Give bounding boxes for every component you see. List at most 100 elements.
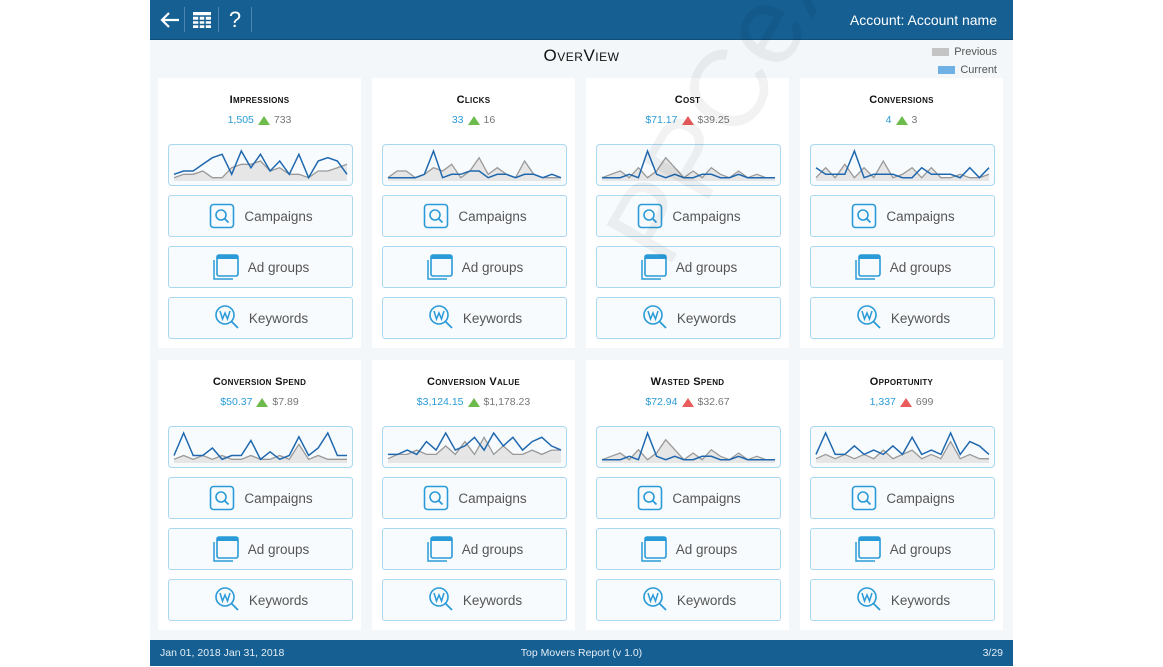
- stacked-windows-icon: [212, 253, 240, 281]
- keywords-button[interactable]: Keywords: [382, 297, 567, 339]
- metric-card-conversion-spend: Conversion Spend $50.37 $7.89 Campaigns …: [158, 360, 361, 630]
- magnifier-square-icon: [636, 202, 664, 230]
- legend-label-previous: Previous: [954, 46, 997, 58]
- keyword-search-icon: [641, 304, 669, 332]
- keywords-button[interactable]: Keywords: [168, 579, 353, 621]
- campaigns-button[interactable]: Campaigns: [596, 195, 781, 237]
- magnifier-square-icon: [208, 202, 236, 230]
- magnifier-square-icon: [636, 484, 664, 512]
- metric-card-wasted-spend: Wasted Spend $72.94 $32.67 Campaigns Ad …: [586, 360, 789, 630]
- keyword-search-icon: [855, 304, 883, 332]
- keyword-search-icon: [427, 304, 455, 332]
- sparkline-current-line: [815, 431, 990, 456]
- ad-groups-button[interactable]: Ad groups: [382, 246, 567, 288]
- ad-groups-button[interactable]: Ad groups: [168, 246, 353, 288]
- campaigns-label: Campaigns: [886, 490, 955, 506]
- trend-up-icon: [467, 115, 480, 125]
- ad-groups-label: Ad groups: [675, 259, 738, 275]
- sparkline-chart[interactable]: [596, 426, 781, 468]
- metric-title: Cost: [674, 94, 701, 106]
- sparkline-chart[interactable]: [168, 144, 353, 186]
- campaigns-label: Campaigns: [458, 490, 527, 506]
- footer-bar: Jan 01, 2018 Jan 31, 2018 Top Movers Rep…: [150, 640, 1013, 666]
- ad-groups-label: Ad groups: [461, 259, 524, 275]
- stacked-windows-icon: [426, 535, 454, 563]
- campaigns-label: Campaigns: [244, 208, 313, 224]
- magnifier-square-icon: [208, 484, 236, 512]
- ad-groups-label: Ad groups: [889, 259, 952, 275]
- legend-swatch-previous: [932, 48, 950, 56]
- keywords-button[interactable]: Keywords: [810, 579, 995, 621]
- back-button[interactable]: [154, 0, 186, 39]
- sparkline-svg: [601, 430, 775, 463]
- metric-values: $72.94 $32.67: [586, 396, 789, 408]
- keywords-label: Keywords: [248, 310, 309, 326]
- stacked-windows-icon: [212, 535, 240, 563]
- keywords-label: Keywords: [676, 310, 737, 326]
- keywords-button[interactable]: Keywords: [810, 297, 995, 339]
- ad-groups-button[interactable]: Ad groups: [168, 528, 353, 570]
- ad-groups-button[interactable]: Ad groups: [810, 246, 995, 288]
- help-button[interactable]: ?: [219, 0, 251, 39]
- ad-groups-label: Ad groups: [461, 541, 524, 557]
- campaigns-button[interactable]: Campaigns: [382, 195, 567, 237]
- metric-card-opportunity: Opportunity 1,337 699 Campaigns Ad group…: [800, 360, 1003, 630]
- legend-item-previous: Previous: [932, 43, 997, 61]
- trend-up-icon: [256, 397, 269, 407]
- sparkline-chart[interactable]: [810, 144, 995, 186]
- sparkline-chart[interactable]: [382, 426, 567, 468]
- keywords-button[interactable]: Keywords: [382, 579, 567, 621]
- metric-card-clicks: Clicks 33 16 Campaigns Ad groups Keyword…: [372, 78, 575, 348]
- sparkline-chart[interactable]: [168, 426, 353, 468]
- ad-groups-button[interactable]: Ad groups: [596, 246, 781, 288]
- sparkline-chart[interactable]: [596, 144, 781, 186]
- keywords-button[interactable]: Keywords: [596, 297, 781, 339]
- footer-report-name: Top Movers Report (v 1.0): [520, 647, 643, 659]
- metric-current-value: $50.37: [220, 396, 253, 408]
- ad-groups-label: Ad groups: [247, 541, 310, 557]
- keywords-button[interactable]: Keywords: [596, 579, 781, 621]
- metric-title: Clicks: [456, 94, 491, 106]
- campaigns-button[interactable]: Campaigns: [168, 195, 353, 237]
- metric-values: $71.17 $39.25: [586, 114, 789, 126]
- metric-previous-value: 733: [273, 114, 292, 126]
- stacked-windows-icon: [640, 535, 668, 563]
- campaigns-button[interactable]: Campaigns: [168, 477, 353, 519]
- metric-title: Opportunity: [869, 376, 934, 388]
- keywords-label: Keywords: [890, 592, 951, 608]
- sparkline-svg: [387, 148, 562, 181]
- keywords-button[interactable]: Keywords: [168, 297, 353, 339]
- sparkline-chart[interactable]: [810, 426, 995, 468]
- sparkline-svg: [387, 431, 562, 463]
- keyword-search-icon: [213, 586, 241, 614]
- ad-groups-button[interactable]: Ad groups: [810, 528, 995, 570]
- campaigns-button[interactable]: Campaigns: [810, 477, 995, 519]
- metric-values: 4 3: [800, 114, 1003, 126]
- metric-current-value: 4: [885, 114, 892, 126]
- top-bar: ? Account: Account name: [150, 0, 1013, 40]
- app-window: ? Account: Account name OverView Previou…: [150, 0, 1013, 666]
- sparkline-previous-line: [173, 443, 347, 461]
- campaigns-label: Campaigns: [886, 208, 955, 224]
- metric-title: Wasted Spend: [650, 376, 725, 388]
- metric-previous-value: $1,178.23: [483, 396, 531, 408]
- ad-groups-button[interactable]: Ad groups: [382, 528, 567, 570]
- sparkline-chart[interactable]: [382, 144, 567, 186]
- trend-up-icon: [257, 115, 270, 125]
- metric-title: Conversion Value: [427, 376, 520, 388]
- campaigns-button[interactable]: Campaigns: [382, 477, 567, 519]
- campaigns-label: Campaigns: [672, 208, 741, 224]
- legend-item-current: Current: [932, 61, 997, 79]
- ad-groups-button[interactable]: Ad groups: [596, 528, 781, 570]
- sparkline-previous-area: [816, 441, 989, 463]
- grid-button[interactable]: [186, 0, 218, 39]
- sparkline-previous-area: [388, 437, 561, 463]
- help-icon: ?: [228, 6, 242, 32]
- sparkline-svg: [173, 431, 347, 463]
- toolbar-separator: [251, 7, 252, 32]
- keyword-search-icon: [427, 586, 455, 614]
- campaigns-button[interactable]: Campaigns: [596, 477, 781, 519]
- campaigns-button[interactable]: Campaigns: [810, 195, 995, 237]
- chart-legend: Previous Current: [932, 43, 997, 79]
- campaigns-label: Campaigns: [244, 490, 313, 506]
